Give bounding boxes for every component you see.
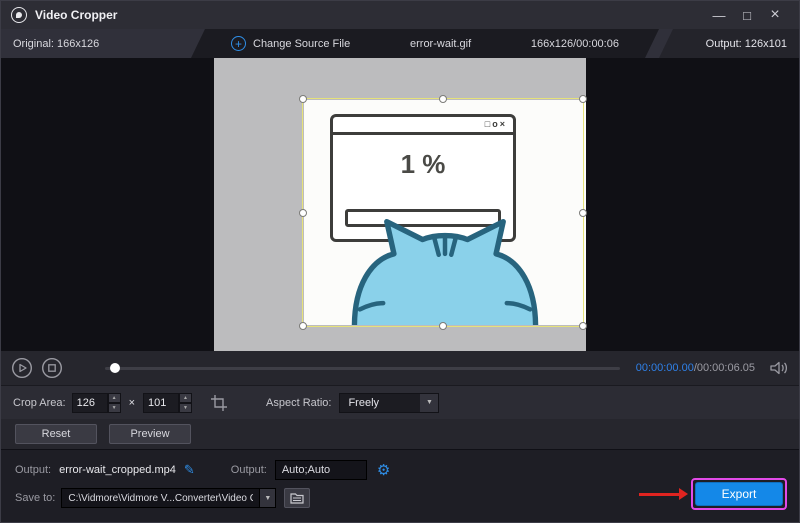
crop-handle-top-right[interactable] — [579, 95, 587, 103]
crop-handle-bottom-left[interactable] — [299, 322, 307, 330]
stop-button[interactable] — [41, 357, 63, 379]
original-size-label: Original: 166x126 — [13, 38, 99, 50]
aspect-ratio-dropdown[interactable]: Freely ▼ — [339, 393, 439, 413]
annotation-arrow — [639, 493, 679, 496]
browse-folder-button[interactable] — [284, 488, 310, 508]
output-file-name: error-wait_cropped.mp4 — [59, 464, 176, 476]
source-file-name: error-wait.gif — [410, 38, 471, 50]
export-highlight: Export — [691, 478, 787, 510]
stop-icon — [41, 357, 63, 379]
plus-circle-icon: + — [231, 36, 246, 51]
export-button[interactable]: Export — [695, 482, 783, 506]
dropdown-arrow-icon[interactable]: ▼ — [420, 394, 438, 412]
playback-bar: 00:00:00.00/00:00:06.05 — [1, 351, 799, 385]
preview-button[interactable]: Preview — [109, 424, 191, 444]
maximize-button[interactable]: □ — [733, 4, 761, 26]
crop-handle-top-left[interactable] — [299, 95, 307, 103]
height-spinner-down-icon[interactable]: ▼ — [179, 403, 192, 413]
preview-area: □o× 1 % — [1, 58, 799, 351]
aspect-ratio-value: Freely — [340, 397, 420, 409]
save-to-label: Save to: — [15, 492, 55, 504]
crop-width-input[interactable] — [72, 393, 108, 413]
action-buttons-row: Reset Preview — [1, 419, 799, 449]
output-format-label: Output: — [231, 464, 267, 476]
change-source-file-button[interactable]: + Change Source File — [231, 36, 350, 51]
source-file-info: 166x126/00:00:06 — [531, 38, 619, 50]
output-settings-gear-icon[interactable]: ⚙ — [377, 461, 390, 479]
crop-handle-bottom-center[interactable] — [439, 322, 447, 330]
seek-slider[interactable] — [105, 367, 620, 370]
save-path-input[interactable] — [61, 488, 259, 508]
save-path-dropdown: ▼ — [61, 488, 276, 508]
crop-handle-bottom-right[interactable] — [579, 322, 587, 330]
volume-button[interactable] — [769, 360, 789, 376]
title-bar: Video Cropper — □ × — [1, 1, 799, 29]
window-title: Video Cropper — [35, 8, 117, 22]
footer: Output: error-wait_cropped.mp4 ✎ Output:… — [1, 449, 799, 522]
video-frame: □o× 1 % — [214, 58, 586, 351]
close-button[interactable]: × — [761, 4, 789, 26]
crop-height-stepper: ▲ ▼ — [143, 393, 192, 413]
seek-slider-handle[interactable] — [110, 363, 120, 373]
crop-frame-button[interactable] — [210, 394, 228, 412]
output-format-field[interactable] — [275, 460, 367, 480]
crop-frame-icon — [210, 394, 228, 412]
save-path-arrow-icon[interactable]: ▼ — [259, 488, 276, 508]
height-spinner-up-icon[interactable]: ▲ — [179, 393, 192, 403]
crop-handle-mid-left[interactable] — [299, 209, 307, 217]
crop-height-input[interactable] — [143, 393, 179, 413]
output-name-label: Output: — [15, 464, 51, 476]
play-button[interactable] — [11, 357, 33, 379]
folder-icon — [290, 492, 304, 504]
crop-settings-row: Crop Area: ▲ ▼ × ▲ ▼ Aspect Ratio: Freel… — [1, 385, 799, 419]
info-bar: Original: 166x126 + Change Source File e… — [1, 29, 799, 58]
crop-width-stepper: ▲ ▼ — [72, 393, 121, 413]
export-area: Export — [639, 478, 787, 510]
crop-handle-top-center[interactable] — [439, 95, 447, 103]
current-time: 00:00:00.00 — [636, 362, 694, 374]
width-spinner-down-icon[interactable]: ▼ — [108, 403, 121, 413]
minimize-button[interactable]: — — [705, 4, 733, 26]
time-display: 00:00:00.00/00:00:06.05 — [636, 362, 755, 374]
speaker-icon — [769, 360, 789, 376]
times-symbol: × — [129, 397, 135, 409]
video-cropper-window: Video Cropper — □ × Original: 166x126 + … — [0, 0, 800, 523]
output-size-label: Output: 126x101 — [706, 38, 787, 50]
edit-name-icon[interactable]: ✎ — [184, 462, 195, 478]
total-time: /00:00:06.05 — [694, 362, 755, 374]
crop-handle-mid-right[interactable] — [579, 209, 587, 217]
app-logo-icon — [11, 7, 27, 23]
aspect-ratio-label: Aspect Ratio: — [266, 397, 331, 409]
change-source-label: Change Source File — [253, 38, 350, 50]
play-icon — [11, 357, 33, 379]
reset-button[interactable]: Reset — [15, 424, 97, 444]
crop-selection-box[interactable] — [302, 98, 584, 327]
width-spinner-up-icon[interactable]: ▲ — [108, 393, 121, 403]
crop-area-label: Crop Area: — [13, 397, 66, 409]
